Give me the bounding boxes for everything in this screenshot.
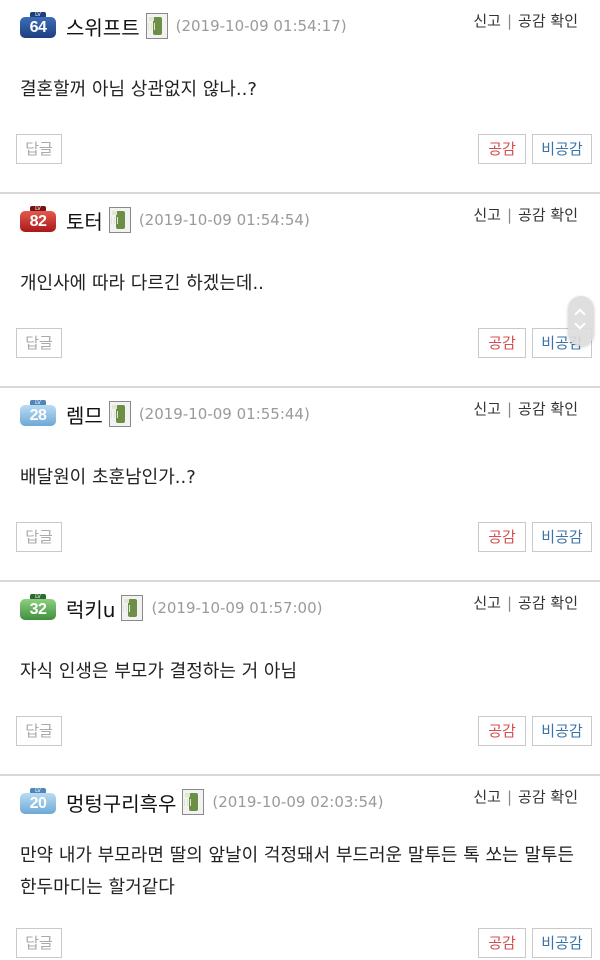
nickname[interactable]: 스위프트	[66, 12, 140, 41]
separator: |	[506, 400, 513, 418]
reply-button[interactable]: 답글	[16, 134, 62, 164]
timestamp: (2019-10-09 02:03:54)	[212, 793, 384, 811]
agree-button[interactable]: 공감	[478, 134, 526, 164]
separator: |	[506, 206, 513, 224]
level-badge-icon: LV 64	[18, 12, 58, 40]
agree-button[interactable]: 공감	[478, 522, 526, 552]
comment-actions: 신고 | 공감 확인	[473, 10, 578, 31]
separator: |	[506, 788, 513, 806]
comment-item: LV 32 럭키u (2019-10-09 01:57:00) 신고 | 공감 확인…	[0, 582, 600, 776]
comment-header: LV 32 럭키u (2019-10-09 01:57:00)	[18, 594, 323, 622]
timestamp: (2019-10-09 01:54:54)	[138, 211, 310, 229]
agree-button[interactable]: 공감	[478, 716, 526, 746]
comment-header: LV 20 멍텅구리흑우 (2019-10-09 02:03:54)	[18, 788, 383, 816]
disagree-button[interactable]: 비공감	[532, 928, 592, 958]
comment-actions: 신고 | 공감 확인	[473, 398, 578, 419]
agree-check-link[interactable]: 공감 확인	[518, 400, 578, 418]
comment-item: LV 64 스위프트 (2019-10-09 01:54:17) 신고 | 공감 확…	[0, 0, 600, 194]
timestamp: (2019-10-09 01:54:17)	[175, 17, 347, 35]
level-badge-icon: LV 28	[18, 400, 58, 428]
agree-check-link[interactable]: 공감 확인	[518, 12, 578, 30]
disagree-button[interactable]: 비공감	[532, 522, 592, 552]
report-link[interactable]: 신고	[473, 400, 501, 418]
reply-button[interactable]: 답글	[16, 716, 62, 746]
level-number: 64	[20, 17, 56, 38]
chevron-down-icon	[574, 318, 586, 330]
comment-header: LV 82 토터 (2019-10-09 01:54:54)	[18, 206, 310, 234]
comment-header: LV 64 스위프트 (2019-10-09 01:54:17)	[18, 12, 347, 40]
comment-actions: 신고 | 공감 확인	[473, 786, 578, 807]
nickname[interactable]: 토터	[66, 206, 103, 235]
agree-check-link[interactable]: 공감 확인	[518, 594, 578, 612]
mobile-phone-icon	[108, 207, 131, 233]
disagree-button[interactable]: 비공감	[532, 716, 592, 746]
comment-item: LV 82 토터 (2019-10-09 01:54:54) 신고 | 공감 확인 …	[0, 194, 600, 388]
comment-text: 개인사에 따라 다르긴 하겠는데..	[20, 273, 264, 294]
level-badge-icon: LV 82	[18, 206, 58, 234]
mobile-phone-icon	[145, 13, 168, 39]
separator: |	[506, 594, 513, 612]
comment-header: LV 28 렘므 (2019-10-09 01:55:44)	[18, 400, 310, 428]
report-link[interactable]: 신고	[473, 12, 501, 30]
comment-text: 결혼할꺼 아님 상관없지 않나..?	[20, 79, 257, 100]
timestamp: (2019-10-09 01:55:44)	[138, 405, 310, 423]
timestamp: (2019-10-09 01:57:00)	[151, 599, 323, 617]
separator: |	[506, 12, 513, 30]
scroll-handle[interactable]	[568, 296, 594, 346]
level-number: 32	[20, 599, 56, 620]
comment-text: 만약 내가 부모라면 딸의 앞날이 걱정돼서 부드러운 말투든 톡 쏘는 말투든…	[20, 845, 575, 898]
reply-button[interactable]: 답글	[16, 928, 62, 958]
comment-item: LV 28 렘므 (2019-10-09 01:55:44) 신고 | 공감 확인 …	[0, 388, 600, 582]
reply-button[interactable]: 답글	[16, 522, 62, 552]
mobile-phone-icon	[121, 595, 144, 621]
agree-button[interactable]: 공감	[478, 328, 526, 358]
agree-check-link[interactable]: 공감 확인	[518, 788, 578, 806]
nickname[interactable]: 럭키u	[66, 594, 115, 623]
report-link[interactable]: 신고	[473, 206, 501, 224]
level-number: 20	[20, 793, 56, 814]
mobile-phone-icon	[108, 401, 131, 427]
level-number: 28	[20, 405, 56, 426]
comment-item: LV 20 멍텅구리흑우 (2019-10-09 02:03:54) 신고 | 공감…	[0, 776, 600, 960]
mobile-phone-icon	[182, 789, 205, 815]
comment-text: 배달원이 초훈남인가..?	[20, 467, 196, 488]
comment-actions: 신고 | 공감 확인	[473, 592, 578, 613]
level-badge-icon: LV 20	[18, 788, 58, 816]
comment-text: 자식 인생은 부모가 결정하는 거 아님	[20, 661, 298, 682]
agree-button[interactable]: 공감	[478, 928, 526, 958]
nickname[interactable]: 렘므	[66, 400, 103, 429]
comment-actions: 신고 | 공감 확인	[473, 204, 578, 225]
disagree-button[interactable]: 비공감	[532, 134, 592, 164]
nickname[interactable]: 멍텅구리흑우	[66, 788, 176, 817]
level-number: 82	[20, 211, 56, 232]
report-link[interactable]: 신고	[473, 594, 501, 612]
report-link[interactable]: 신고	[473, 788, 501, 806]
agree-check-link[interactable]: 공감 확인	[518, 206, 578, 224]
reply-button[interactable]: 답글	[16, 328, 62, 358]
level-badge-icon: LV 32	[18, 594, 58, 622]
